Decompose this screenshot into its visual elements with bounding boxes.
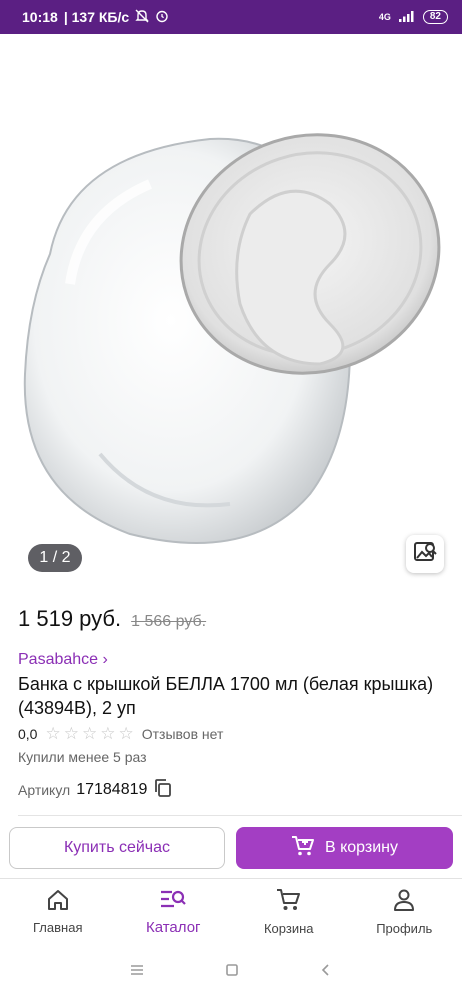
product-image[interactable] [10, 94, 450, 564]
rating-value: 0,0 [18, 726, 38, 742]
current-price: 1 519 руб. [18, 606, 122, 631]
nav-item-catalog[interactable]: Каталог [116, 879, 232, 945]
add-to-cart-button[interactable]: В корзину [236, 827, 453, 869]
home-icon [46, 889, 70, 914]
nav-label-catalog: Каталог [145, 918, 201, 936]
cart-add-icon [291, 835, 315, 862]
back-icon[interactable] [319, 963, 333, 982]
nav-item-profile[interactable]: Профиль [347, 879, 462, 945]
article-value: 17184819 [76, 781, 148, 798]
profile-icon [392, 888, 416, 915]
status-bar: 10:18 | 137 КБ/с 4G 82 [0, 0, 462, 34]
status-right: 4G 82 [379, 10, 448, 24]
product-title: Банка с крышкой БЕЛЛА 1700 мл (белая кры… [18, 674, 434, 718]
buy-now-button[interactable]: Купить сейчас [9, 827, 225, 869]
article-label: Артикул [18, 782, 71, 798]
reviews-count[interactable]: Отзывов нет [142, 726, 224, 742]
article-row: Артикул 17184819 [18, 778, 173, 802]
battery-indicator: 82 [422, 10, 448, 24]
menu-icon[interactable] [129, 963, 145, 982]
star-icon: ☆ [63, 724, 79, 743]
nav-label-cart: Корзина [263, 921, 314, 936]
image-counter: 1 / 2 [28, 544, 82, 572]
status-left: 10:18 | 137 КБ/с [22, 9, 169, 26]
brand-link[interactable]: Pasabahce › [18, 651, 108, 669]
home-square-icon[interactable] [225, 963, 239, 982]
rating-row[interactable]: 0,0 ☆ ☆ ☆ ☆ ☆ Отзывов нет [18, 724, 223, 744]
nav-label-home: Главная [33, 920, 83, 935]
mute-icon [135, 9, 149, 26]
nav-label-profile: Профиль [376, 921, 433, 936]
product-gallery[interactable] [0, 34, 462, 590]
star-icon: ☆ [100, 724, 116, 743]
network-type: 4G [378, 12, 391, 22]
purchase-count: Купили менее 5 раз [18, 749, 147, 765]
catalog-icon [160, 889, 187, 913]
nav-item-cart[interactable]: Корзина [231, 879, 347, 945]
old-price: 1 566 руб. [131, 613, 207, 630]
system-nav-bar [0, 945, 462, 1000]
image-search-button[interactable] [406, 535, 444, 573]
star-icon: ☆ [45, 724, 61, 743]
alarm-icon [155, 9, 169, 26]
rating-stars: ☆ ☆ ☆ ☆ ☆ [45, 724, 133, 744]
action-bar: Купить сейчас В корзину [0, 816, 462, 878]
image-search-icon [413, 540, 437, 569]
star-icon: ☆ [81, 724, 98, 743]
add-to-cart-label: В корзину [324, 839, 399, 856]
status-speed: | 137 КБ/с [63, 9, 130, 25]
copy-icon[interactable] [153, 778, 173, 802]
status-time: 10:18 [22, 9, 58, 25]
cart-icon [276, 888, 302, 915]
star-icon: ☆ [118, 724, 134, 743]
nav-item-home[interactable]: Главная [0, 879, 116, 945]
price-row: 1 519 руб. 1 566 руб. [18, 606, 206, 632]
bottom-nav: Главная Каталог Корзина Профиль [0, 878, 462, 945]
signal-icon [398, 10, 415, 24]
